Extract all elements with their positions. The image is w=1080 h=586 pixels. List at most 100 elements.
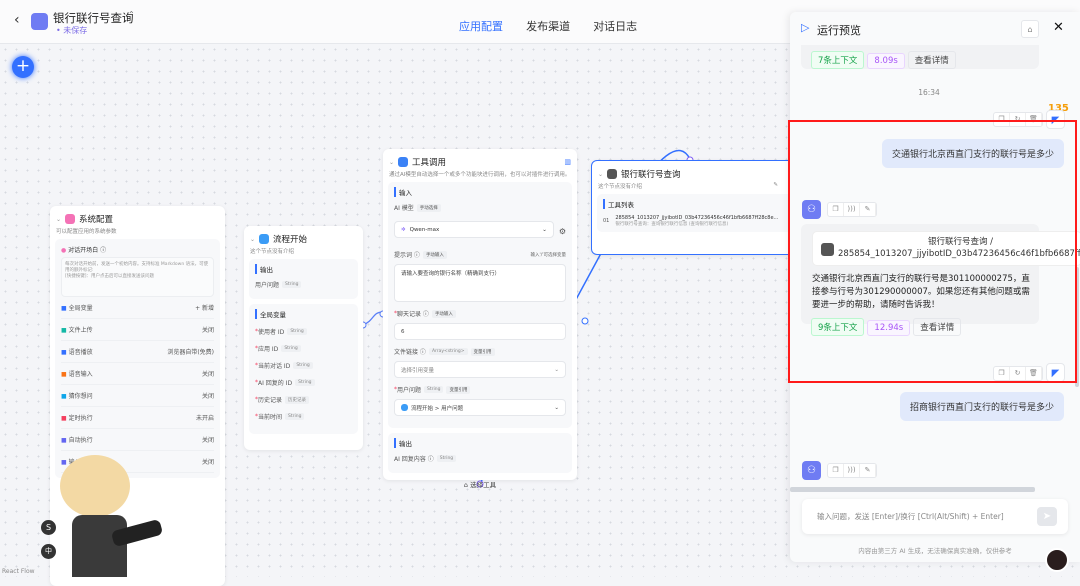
setting-value[interactable]: 浏览器自带(免费) (167, 347, 214, 356)
view-details-button[interactable]: 查看详情 (907, 51, 956, 69)
setting-label: 全局变量 (68, 305, 93, 312)
setting-value[interactable]: 关闭 (202, 325, 214, 334)
edit-icon[interactable]: ✎ (860, 203, 876, 216)
select-tool-button[interactable]: ⌂ 选择工具 (383, 479, 577, 489)
vertical-scrollbar[interactable] (1075, 267, 1079, 387)
chat-input[interactable]: 输入问题，发送 [Enter]/换行 [Ctrl(Alt/Shift) + En… (802, 499, 1068, 534)
type-tag: Array<string> (428, 348, 468, 355)
react-flow-attribution[interactable]: React Flow (2, 568, 35, 575)
model-select[interactable]: ✲ Qwen-max ⌄ (394, 221, 554, 238)
collapse-icon[interactable]: ⌄ (56, 216, 61, 223)
bank-query-node[interactable]: ⌄ 银行联行号查询 这个节点没有介绍 ✎ 工具列表 01 285854_1013207… (591, 160, 801, 255)
history-mode[interactable]: 手动输入 (431, 309, 456, 318)
view-details-button[interactable]: 查看详情 (913, 318, 962, 336)
type-tag: String (293, 362, 313, 369)
speak-icon[interactable]: ))) (844, 464, 860, 477)
copy-icon[interactable]: ❐ (828, 203, 844, 216)
file-upload-icon: ■ (61, 327, 67, 334)
tool-card-id: 285854_1013207_jjyibotID_03b47236456c46f… (838, 249, 1080, 259)
globals-label: 全局变量 (255, 309, 352, 319)
system-setting-row[interactable]: ■ 自动执行 关闭 (61, 429, 214, 451)
tool-call-card[interactable]: 银行联行号查询 / 285854_1013207_jjyibotID_03b47… (812, 231, 1080, 266)
prompt-hint: 输入'/'可选择变量 (530, 252, 567, 258)
clear-chat-icon[interactable]: ⌂ (1021, 20, 1039, 38)
flow-start-node[interactable]: ⌄ 流程开始 这个节点没有介绍 输出 用户问题 String 全局变量 * 使用者 ID S… (244, 226, 363, 450)
delete-icon[interactable]: 🗑 (1026, 367, 1042, 380)
copy-icon[interactable]: ❐ (994, 113, 1010, 126)
collapse-icon[interactable]: ⌄ (250, 236, 255, 243)
setting-value[interactable]: 未开启 (196, 413, 214, 422)
setting-value[interactable]: + 新增 (195, 303, 214, 312)
send-button[interactable]: ➤ (1037, 507, 1057, 526)
system-setting-row[interactable]: ■ 猜你想问 关闭 (61, 385, 214, 407)
settings-icon[interactable]: ⚙ (559, 227, 566, 236)
system-setting-row[interactable]: ■ 文件上传 关闭 (61, 319, 214, 341)
setting-label: 自动执行 (68, 437, 93, 444)
welcome-textarea[interactable]: 每次对话开始前，发送一个初始内容。支持标准 Markdown 语法，可使用的额外… (61, 257, 214, 297)
variable-icon: ■ (61, 305, 67, 312)
variable-name: 应用 ID (258, 346, 279, 353)
disclaimer: 内容由第三方 AI 生成，无法确保真实准确，仅供参考 (858, 547, 1012, 555)
delete-icon[interactable]: 🗑 (1026, 113, 1042, 126)
system-setting-row[interactable]: ■ 语音输入 关闭 (61, 363, 214, 385)
speak-icon[interactable]: ))) (844, 203, 860, 216)
node-desc: 这个节点没有介绍 (598, 184, 643, 190)
book-icon[interactable]: ▥ (564, 158, 571, 166)
setting-value[interactable]: 关闭 (202, 435, 214, 444)
collapse-icon[interactable]: ⌄ (389, 159, 394, 166)
duration-chip: 8.09s (867, 53, 905, 69)
question-select[interactable]: 流程开始 > 用户问题 ⌄ (394, 399, 566, 416)
node-desc: 通过AI模型自动选择一个或多个功能块进行调用，也可以对插件进行调用。 (389, 172, 571, 178)
retry-icon[interactable]: ↻ (1010, 367, 1026, 380)
welcome-text: 每次对话开始前，发送一个初始内容。支持标准 Markdown 语法，可使用的额外… (65, 262, 209, 273)
model-mode[interactable]: 手动选择 (416, 203, 441, 212)
prompt-textarea[interactable]: 请输入要查询的银行名称（精确到支行） (394, 264, 566, 302)
close-icon[interactable]: ✕ (1053, 20, 1064, 35)
bot-message-actions: ❐))) ✎ (827, 463, 877, 478)
setting-value[interactable]: 关闭 (202, 391, 214, 400)
history-stepper[interactable]: 6 (394, 323, 566, 340)
copy-icon[interactable]: ❐ (994, 367, 1010, 380)
edit-icon[interactable]: ✎ (860, 464, 876, 477)
edit-icon[interactable]: ✎ (773, 182, 778, 190)
prompt-value: 请输入要查询的银行名称（精确到支行） (401, 271, 501, 277)
tool-call-node[interactable]: ⌄ 工具调用 ▥ 通过AI模型自动选择一个或多个功能块进行调用，也可以对插件进行调用… (383, 149, 577, 489)
translate-icon[interactable]: S (41, 520, 56, 535)
system-setting-row[interactable]: ■ 全局变量 + 新增 (61, 297, 214, 319)
system-setting-row[interactable]: ■ 语音播放 浏览器自带(免费) (61, 341, 214, 363)
type-tag: String (281, 345, 301, 352)
user-profile-avatar[interactable] (1045, 548, 1069, 572)
global-variable: * 使用者 ID String (255, 327, 352, 336)
language-icon[interactable]: 中 (41, 544, 56, 559)
toolbox-icon (398, 157, 409, 167)
user-avatar: ◤ (1046, 110, 1065, 129)
file-mode[interactable]: 变量引用 (470, 347, 495, 356)
prompt-mode[interactable]: 手动输入 (422, 250, 447, 259)
variable-name: 使用者 ID (258, 329, 285, 336)
context-chip[interactable]: 7条上下文 (811, 51, 865, 69)
retry-icon[interactable]: ↻ (1010, 113, 1026, 126)
question-ref: 流程开始 > 用户问题 (411, 405, 464, 412)
question-mode[interactable]: 变量引用 (446, 385, 471, 394)
horizontal-scrollbar[interactable] (790, 487, 1035, 492)
edge-handle[interactable] (581, 317, 589, 325)
setting-value[interactable]: 关闭 (202, 369, 214, 378)
copy-icon[interactable]: ❐ (828, 464, 844, 477)
setting-label: 语音输入 (68, 371, 93, 378)
setting-label: 语音播放 (68, 349, 93, 356)
mascot-image (52, 455, 164, 577)
context-chip[interactable]: 9条上下文 (811, 318, 865, 336)
system-icon (65, 214, 76, 224)
welcome-icon: ● (61, 247, 67, 254)
node-title: 流程开始 (273, 235, 308, 245)
global-variable: * 应用 ID String (255, 344, 352, 353)
type-tag: String (282, 281, 302, 288)
question-label: 用户问题 (397, 387, 422, 394)
file-select[interactable]: 选择引用变量 ⌄ (394, 361, 566, 378)
file-placeholder: 选择引用变量 (401, 367, 435, 374)
collapse-icon[interactable]: ⌄ (598, 171, 603, 178)
setting-value[interactable]: 关闭 (202, 457, 214, 466)
setting-label: 猜你想问 (68, 393, 93, 400)
bot-avatar: ⚇ (802, 200, 821, 219)
system-setting-row[interactable]: ■ 定时执行 未开启 (61, 407, 214, 429)
